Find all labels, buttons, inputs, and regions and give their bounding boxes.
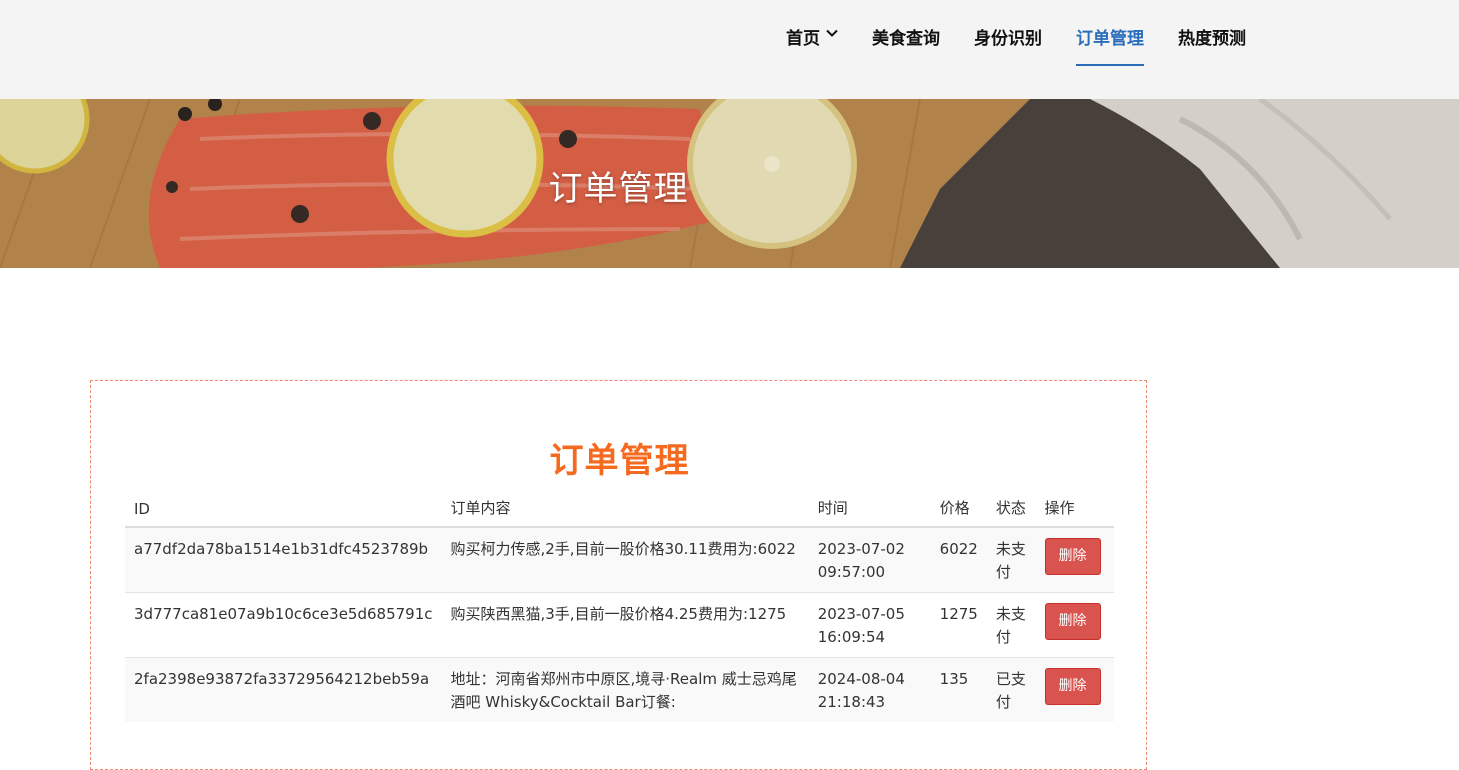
nav-item-label: 首页 [786, 29, 820, 49]
table-row: 3d777ca81e07a9b10c6ce3e5d685791c 购买陕西黑猫,… [125, 592, 1114, 658]
nav-item-heat-forecast[interactable]: 热度预测 [1178, 0, 1246, 66]
order-content: 购买柯力传感,2手,目前一股价格30.11费用为:6022 [441, 526, 809, 593]
nav-item-label: 订单管理 [1076, 29, 1144, 49]
nav-item-label: 美食查询 [872, 29, 940, 49]
nav-item-label: 热度预测 [1178, 29, 1246, 49]
table-header-row: ID 订单内容 时间 价格 状态 操作 [125, 487, 1114, 528]
order-price: 1275 [930, 592, 987, 658]
delete-button[interactable]: 删除 [1044, 668, 1101, 705]
column-header-action: 操作 [1035, 487, 1114, 528]
order-content: 购买陕西黑猫,3手,目前一股价格4.25费用为:1275 [441, 592, 809, 658]
nav-item-orders[interactable]: 订单管理 [1076, 0, 1144, 66]
column-header-price: 价格 [930, 487, 987, 528]
column-header-content: 订单内容 [441, 487, 809, 528]
table-row: a77df2da78ba1514e1b31dfc4523789b 购买柯力传感,… [125, 526, 1114, 593]
order-status: 已支付 [986, 657, 1036, 722]
order-action-cell: 删除 [1035, 526, 1114, 593]
order-content: 地址：河南省郑州市中原区,境寻·Realm 威士忌鸡尾酒吧 Whisky&Coc… [441, 657, 809, 722]
table-row: 2fa2398e93872fa33729564212beb59a 地址：河南省郑… [125, 657, 1114, 722]
banner-title: 订单管理 [548, 169, 689, 209]
orders-table: ID 订单内容 时间 价格 状态 操作 a77df2da78ba1514e1b3… [125, 487, 1114, 722]
order-status: 未支付 [986, 592, 1036, 658]
order-status: 未支付 [986, 526, 1036, 593]
nav-item-home[interactable]: 首页 [786, 0, 838, 66]
order-action-cell: 删除 [1035, 592, 1114, 658]
column-header-status: 状态 [986, 487, 1036, 528]
order-time: 2024-08-04 21:18:43 [808, 657, 931, 722]
order-price: 6022 [930, 526, 987, 593]
order-id: 3d777ca81e07a9b10c6ce3e5d685791c [125, 592, 442, 658]
delete-button[interactable]: 删除 [1044, 603, 1101, 640]
orders-card: 订单管理 ID 订单内容 时间 价格 状态 操作 a77df2da78ba151… [90, 380, 1147, 770]
nav-item-identity[interactable]: 身份识别 [974, 0, 1042, 66]
nav-item-food-search[interactable]: 美食查询 [872, 0, 940, 66]
column-header-time: 时间 [808, 487, 931, 528]
order-time: 2023-07-02 09:57:00 [808, 526, 931, 593]
nav-item-label: 身份识别 [974, 29, 1042, 49]
main-nav: 首页 美食查询 身份识别 订单管理 热度预测 [786, 0, 1280, 99]
page-banner: 订单管理 [0, 99, 1459, 268]
order-action-cell: 删除 [1035, 657, 1114, 722]
delete-button[interactable]: 删除 [1044, 538, 1101, 575]
top-navbar: 首页 美食查询 身份识别 订单管理 热度预测 [0, 0, 1459, 99]
order-price: 135 [930, 657, 987, 722]
page-title: 订单管理 [549, 441, 690, 481]
chevron-down-icon [826, 29, 838, 37]
order-id: 2fa2398e93872fa33729564212beb59a [125, 657, 442, 722]
column-header-id: ID [125, 487, 442, 528]
order-time: 2023-07-05 16:09:54 [808, 592, 931, 658]
order-id: a77df2da78ba1514e1b31dfc4523789b [125, 526, 442, 593]
